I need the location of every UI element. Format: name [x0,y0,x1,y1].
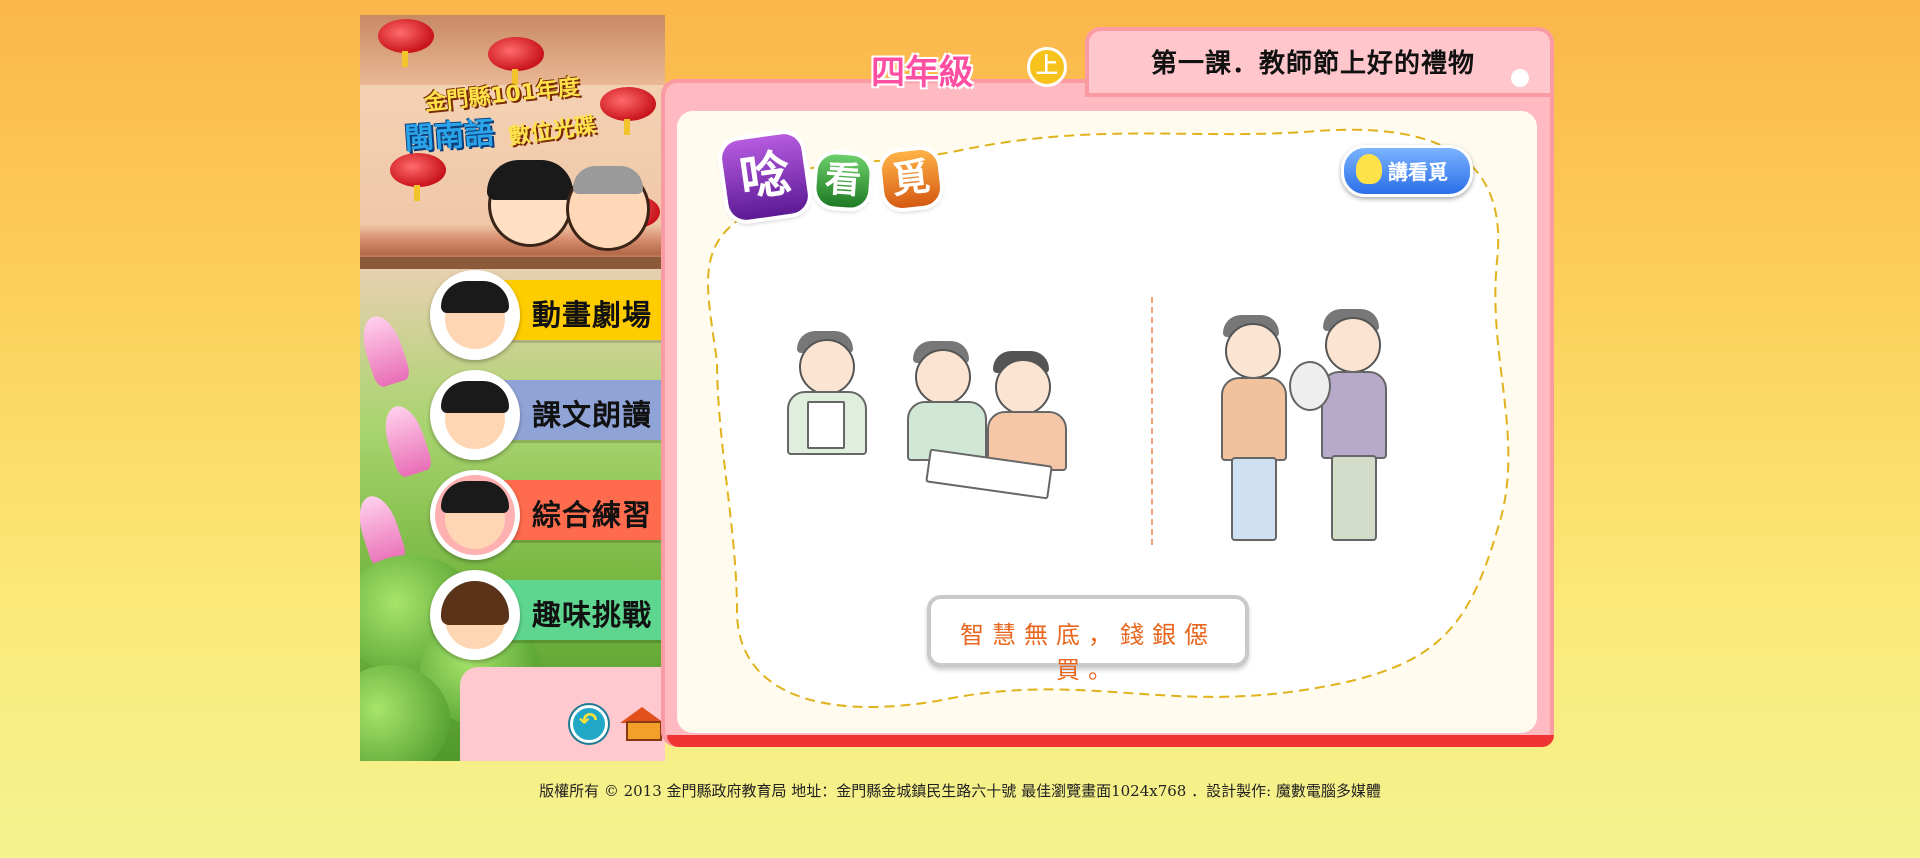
menu-label: 動畫劇場 [532,298,653,332]
grade-badge: 四年級 上 [871,43,1091,93]
logo-line3: 數位光碟 [507,112,598,150]
bottom-control-panel: ↶ [460,667,665,761]
woman-avatar-icon [430,570,520,660]
menu-text-reading[interactable]: 課文朗讀 [430,370,665,460]
home-button[interactable] [620,707,664,741]
lantern-icon [378,19,434,67]
money-bag-icon [1289,361,1331,411]
man-avatar-icon [430,470,520,560]
money-exchange-illustration [1197,301,1417,541]
grade-label: 四年級 [871,53,973,93]
heading-char-chip: 看 [815,153,871,209]
speak-button-label: 講看覓 [1388,160,1448,184]
app-window: 金門縣101年度 閩南語 數位光碟 動畫劇場 課文朗讀 綜合練習 趣味挑戰 ↶ … [360,15,1558,761]
tab-dot [1511,69,1529,87]
main-frame: 第一課．教師節上好的禮物 四年級 上 唸 看 覓 講看覓 智慧無底，錢銀僫買。 [661,27,1558,761]
divider [1151,297,1153,545]
heading-char-chip: 唸 [719,131,811,223]
menu-label: 綜合練習 [532,498,653,532]
menu-comprehensive-practice[interactable]: 綜合練習 [430,470,665,560]
left-panel: 金門縣101年度 閩南語 數位光碟 動畫劇場 課文朗讀 綜合練習 趣味挑戰 [360,15,665,761]
boy-character [566,166,650,251]
menu-animation-theater[interactable]: 動畫劇場 [430,270,665,360]
term-badge: 上 [1027,47,1067,87]
menu-fun-challenge[interactable]: 趣味挑戰 [430,570,665,660]
heading-char-chip: 覓 [880,148,942,210]
back-button[interactable]: ↶ [570,705,608,743]
menu-label: 趣味挑戰 [532,598,653,632]
speak-button[interactable]: 講看覓 [1341,145,1473,197]
fence [360,257,665,269]
lantern-icon [600,87,656,135]
boy-avatar-icon [430,370,520,460]
lightbulb-icon [1356,154,1382,184]
girl-avatar-icon [430,270,520,360]
proverb-text: 智慧無底，錢銀僫買。 [960,621,1216,684]
frame-bottom-edge [667,735,1554,747]
copyright-footer: 版權所有 © 2013 金門縣政府教育局 地址：金門縣金城鎮民生路六十號 最佳瀏… [539,782,1381,800]
students-reading-illustration [777,331,1117,531]
flower-icon [360,311,412,389]
content-panel: 唸 看 覓 講看覓 智慧無底，錢銀僫買。 [677,111,1537,733]
logo-line1: 金門縣101年度 [423,74,582,117]
menu-label: 課文朗讀 [532,398,653,432]
lantern-icon [488,37,544,85]
girl-character [487,160,573,247]
lesson-title: 第一課．教師節上好的禮物 [1151,49,1476,79]
flower-icon [378,401,434,479]
app-logo: 金門縣101年度 閩南語 數位光碟 [403,75,604,167]
back-arrow-icon: ↶ [579,709,598,734]
proverb-box: 智慧無底，錢銀僫買。 [927,595,1249,684]
logo-line2: 閩南語 [403,115,496,158]
